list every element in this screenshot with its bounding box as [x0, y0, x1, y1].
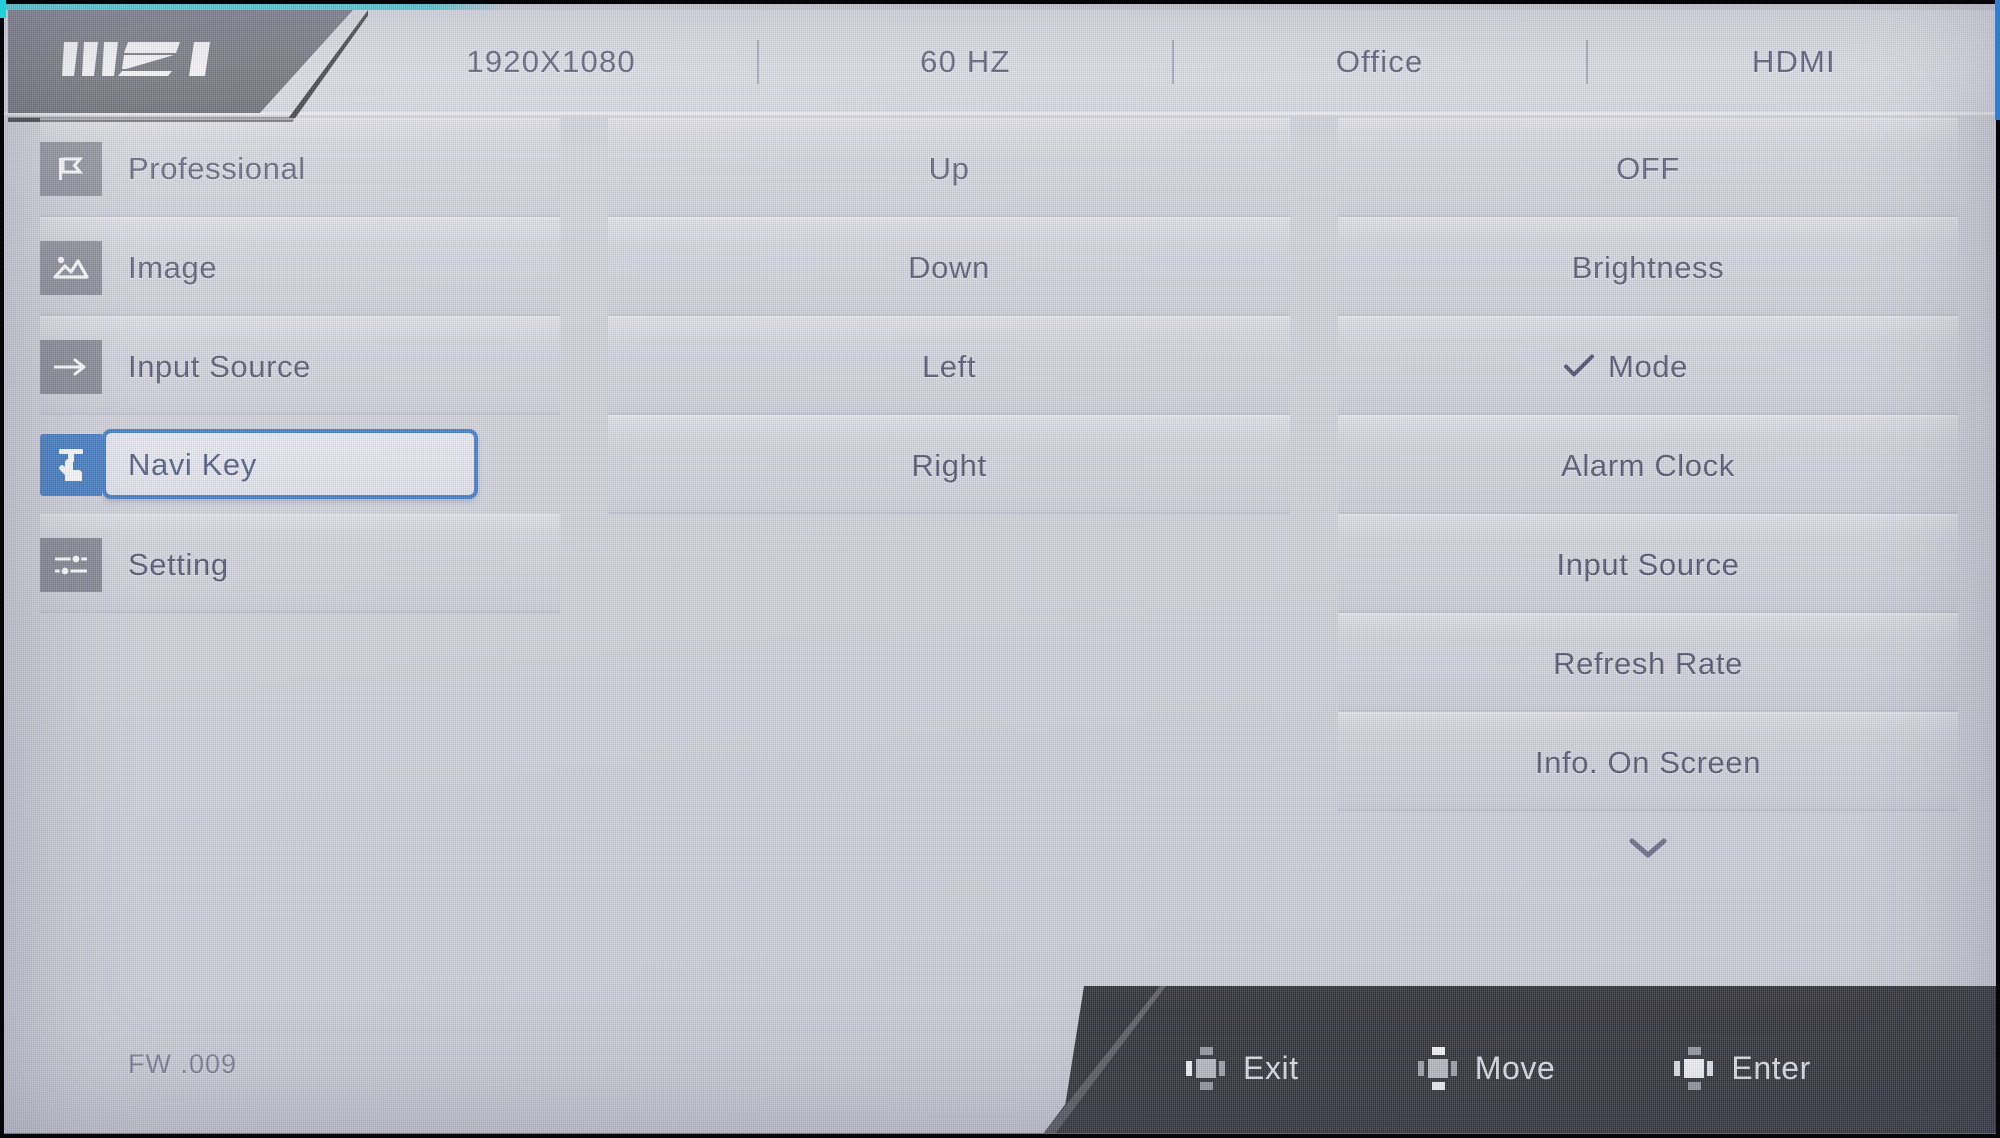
joystick-left-icon — [1186, 1047, 1225, 1090]
assignment-label: Info. On Screen — [1534, 744, 1762, 780]
header-input-source: HDMI — [1751, 43, 1836, 79]
direction-item-left[interactable]: Left — [608, 316, 1290, 415]
direction-item-up[interactable]: Up — [608, 118, 1290, 217]
sidebar-label: Image — [128, 249, 218, 285]
msi-logo — [62, 42, 210, 76]
sidebar-item-professional[interactable]: Professional — [40, 118, 560, 217]
sidebar-label: Input Source — [128, 348, 311, 384]
image-picture-icon — [40, 240, 102, 295]
sidebar-item-setting[interactable]: Setting — [40, 514, 560, 613]
navi-key-hand-icon — [40, 433, 102, 496]
osd-header: 1920X1080 60 HZ Office HDMI — [0, 0, 2000, 122]
nav-hint-label: Move — [1474, 1049, 1556, 1086]
direction-column: Up Down Left Right — [608, 118, 1290, 514]
sidebar-item-navi-key[interactable]: Navi Key — [40, 415, 560, 514]
assignment-item-input-source[interactable]: Input Source — [1338, 514, 1958, 613]
osd-screen: 1920X1080 60 HZ Office HDMI Professional — [0, 0, 2000, 1138]
assignment-item-off[interactable]: OFF — [1338, 118, 1958, 217]
direction-label: Up — [928, 150, 970, 186]
arrow-right-icon — [40, 339, 102, 394]
assignment-item-alarm-clock[interactable]: Alarm Clock — [1338, 415, 1958, 514]
edge-accent-right — [1995, 0, 2000, 120]
sliders-icon — [40, 537, 102, 592]
osd-footer: FW .009 Exit Move Enter — [0, 986, 2000, 1138]
scroll-down-indicator[interactable] — [1338, 811, 1958, 885]
main-menu-column: Professional Image Input Source Navi Key… — [40, 118, 560, 613]
header-status-items: 1920X1080 60 HZ Office HDMI — [345, 10, 2000, 113]
header-refresh-rate: 60 HZ — [920, 43, 1011, 79]
assignment-item-info-on-screen[interactable]: Info. On Screen — [1338, 712, 1958, 811]
osd-body: Professional Image Input Source Navi Key… — [0, 118, 2000, 988]
direction-label: Down — [908, 249, 990, 285]
nav-hint-label: Enter — [1731, 1049, 1811, 1086]
assignment-column: OFF Brightness Mode Alarm Clock Input So… — [1338, 118, 1958, 885]
header-resolution: 1920X1080 — [466, 43, 636, 79]
professional-flag-icon — [40, 141, 102, 196]
direction-label: Left — [921, 348, 977, 384]
assignment-item-brightness[interactable]: Brightness — [1338, 217, 1958, 316]
assignment-label: Brightness — [1571, 249, 1725, 285]
sidebar-label: Setting — [128, 546, 229, 582]
assignment-label: Alarm Clock — [1561, 447, 1735, 483]
joystick-updown-icon — [1417, 1047, 1457, 1090]
sidebar-label: Professional — [128, 150, 306, 186]
sidebar-item-input-source[interactable]: Input Source — [40, 316, 560, 415]
direction-label: Right — [911, 447, 987, 483]
assignment-item-refresh-rate[interactable]: Refresh Rate — [1338, 613, 1958, 712]
nav-hint-enter[interactable]: Enter — [1673, 1046, 1810, 1090]
nav-hint-label: Exit — [1243, 1049, 1299, 1086]
assignment-label: Input Source — [1556, 546, 1740, 582]
header-mode: Office — [1335, 43, 1424, 79]
sidebar-label: Navi Key — [128, 446, 257, 482]
chevron-down-icon — [1629, 838, 1667, 858]
assignment-item-mode[interactable]: Mode — [1338, 316, 1958, 415]
direction-item-down[interactable]: Down — [608, 217, 1290, 316]
edge-accent-left — [0, 0, 6, 18]
sidebar-item-image[interactable]: Image — [40, 217, 560, 316]
assignment-label: OFF — [1616, 150, 1680, 186]
nav-hint-move[interactable]: Move — [1417, 1046, 1556, 1090]
checkmark-icon — [1564, 354, 1595, 377]
direction-item-right[interactable]: Right — [608, 415, 1290, 514]
firmware-version: FW .009 — [128, 1049, 238, 1079]
assignment-label: Mode — [1564, 349, 1688, 385]
joystick-press-icon — [1674, 1047, 1714, 1090]
footer-accent-line — [0, 1133, 2000, 1138]
nav-hint-exit[interactable]: Exit — [1185, 1046, 1299, 1090]
assignment-label: Refresh Rate — [1553, 645, 1743, 681]
nav-hints: Exit Move Enter — [1185, 1046, 1811, 1090]
